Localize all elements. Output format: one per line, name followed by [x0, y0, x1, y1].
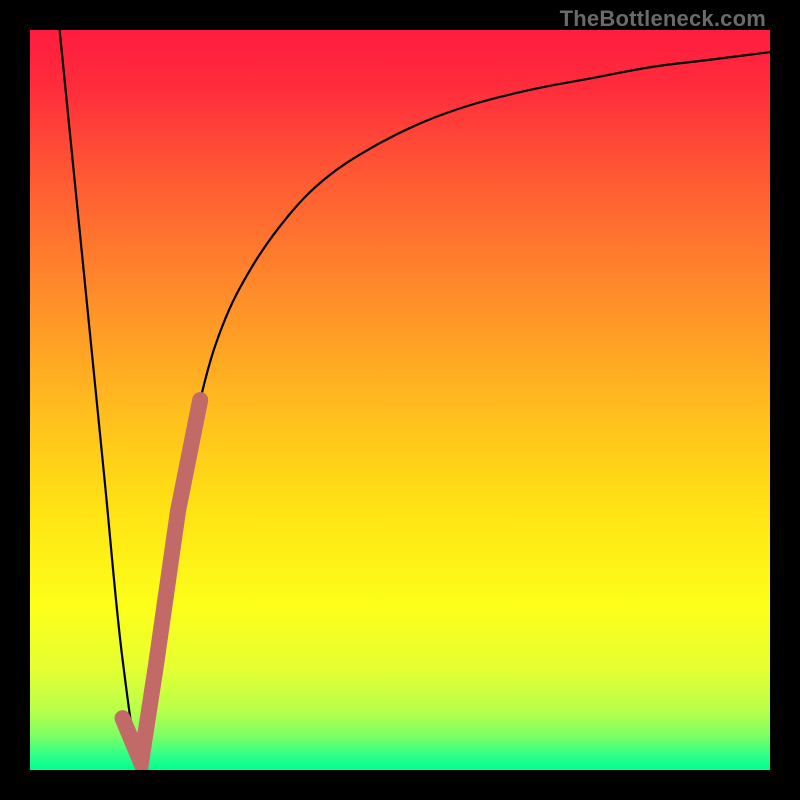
watermark-text: TheBottleneck.com [560, 6, 766, 32]
chart-frame: TheBottleneck.com [0, 0, 800, 800]
curve-line [60, 30, 770, 763]
highlight-segment [123, 400, 201, 763]
plot-area [30, 30, 770, 770]
bottleneck-curve [30, 30, 770, 770]
